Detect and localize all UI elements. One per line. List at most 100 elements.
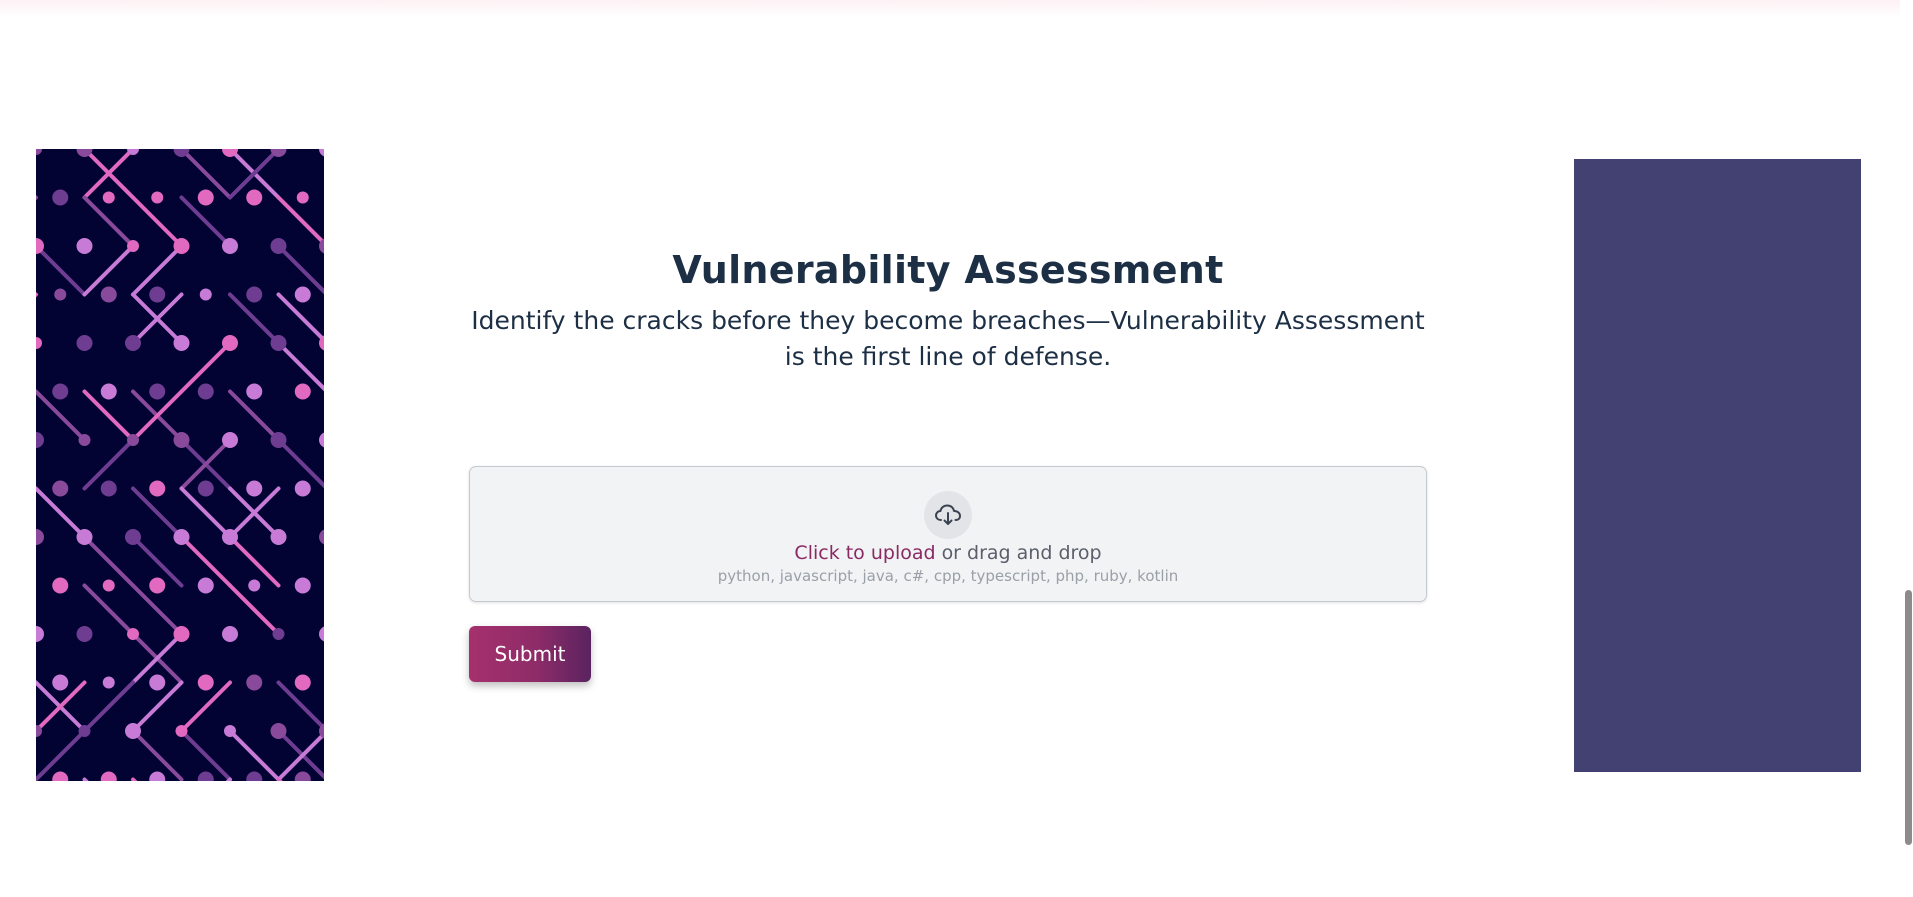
pattern-node (319, 432, 324, 448)
decorative-circuit-pattern (36, 149, 324, 781)
upload-icon-wrapper (924, 491, 972, 539)
pattern-node (102, 579, 115, 592)
pattern-node (125, 723, 141, 739)
pattern-trace (82, 680, 135, 733)
pattern-node (173, 529, 190, 545)
pattern-node (222, 626, 238, 642)
pattern-trace (36, 244, 87, 297)
pattern-trace (228, 583, 281, 636)
pattern-node (76, 335, 93, 351)
pattern-node (149, 383, 166, 400)
pattern-trace (82, 195, 135, 248)
pattern-node (36, 337, 42, 349)
pattern-node (173, 432, 190, 448)
pattern-node (78, 725, 91, 737)
pattern-node (100, 286, 117, 303)
pattern-node (52, 674, 69, 691)
pattern-node (246, 286, 263, 303)
pattern-node (76, 238, 93, 254)
pattern-node (319, 149, 324, 157)
pattern-node (248, 579, 261, 592)
pattern-trace (82, 583, 135, 636)
pattern-node (246, 480, 263, 497)
pattern-node (246, 674, 263, 691)
pattern-node (270, 238, 287, 254)
scrollbar-thumb[interactable] (1905, 590, 1912, 845)
pattern-trace (82, 535, 135, 588)
pattern-node (173, 626, 190, 642)
upload-instruction: Click to upload or drag and drop (470, 539, 1426, 567)
cloud-download-icon (935, 504, 961, 525)
pattern-trace (131, 195, 184, 248)
pattern-node (125, 335, 141, 351)
submit-button[interactable]: Submit (469, 626, 591, 682)
pattern-node (127, 628, 139, 640)
supported-formats: python, javascript, java, c#, cpp, types… (717, 567, 1179, 585)
pattern-node (52, 771, 69, 781)
pattern-node (222, 432, 238, 448)
pattern-node (294, 286, 311, 303)
pattern-node (270, 723, 287, 739)
pattern-node (175, 725, 188, 737)
pattern-node (149, 674, 166, 691)
pattern-trace (228, 535, 281, 588)
pattern-node (149, 577, 166, 594)
pattern-node (76, 626, 93, 642)
pattern-node (197, 189, 214, 206)
decorative-side-panel (1574, 159, 1861, 772)
pattern-node (246, 189, 263, 206)
pattern-node (52, 189, 69, 206)
pattern-node (270, 529, 287, 545)
pattern-node (197, 771, 214, 781)
pattern-node (149, 480, 166, 497)
pattern-node (36, 432, 44, 448)
pattern-node (100, 480, 117, 497)
top-strip (0, 0, 1913, 18)
pattern-node (246, 771, 263, 781)
pattern-node (127, 434, 139, 446)
pattern-node (222, 238, 238, 254)
pattern-node (270, 432, 287, 448)
pattern-node (36, 529, 44, 545)
pattern-node (52, 577, 69, 594)
pattern-node (246, 383, 263, 400)
pattern-trace (276, 195, 324, 246)
pattern-node (272, 628, 285, 640)
pattern-node (102, 676, 115, 689)
pattern-node (197, 480, 214, 497)
pattern-node (36, 149, 42, 155)
pattern-node (151, 191, 164, 204)
click-to-upload-link[interactable]: Click to upload (794, 542, 935, 564)
pattern-node (199, 288, 212, 301)
pattern-node (173, 335, 190, 351)
pattern-node (222, 529, 238, 545)
pattern-node (125, 529, 141, 545)
pattern-node (127, 240, 139, 252)
pattern-node (197, 577, 214, 594)
pattern-node (36, 626, 44, 642)
pattern-node (197, 383, 214, 400)
drag-drop-text: or drag and drop (941, 542, 1102, 564)
pattern-node (52, 383, 69, 400)
pattern-node (197, 674, 214, 691)
pattern-node (52, 480, 69, 497)
page-subtitle: Identify the cracks before they become b… (471, 306, 1425, 371)
pattern-node (270, 335, 287, 351)
pattern-node (319, 626, 324, 642)
pattern-node (224, 725, 236, 737)
pattern-node (54, 288, 67, 301)
pattern-node (319, 529, 324, 545)
pattern-node (102, 191, 115, 204)
pattern-node (100, 383, 117, 400)
pattern-node (294, 674, 311, 691)
file-upload-dropzone[interactable]: Click to upload or drag and drop python, … (469, 466, 1427, 602)
pattern-node (294, 383, 311, 400)
pattern-node (76, 529, 93, 545)
pattern-node (149, 286, 166, 303)
page-title: Vulnerability Assessment (672, 248, 1224, 292)
pattern-node (149, 771, 166, 781)
pattern-node (173, 238, 190, 254)
pattern-node (296, 191, 309, 204)
pattern-node (294, 771, 311, 781)
pattern-node (222, 335, 238, 351)
